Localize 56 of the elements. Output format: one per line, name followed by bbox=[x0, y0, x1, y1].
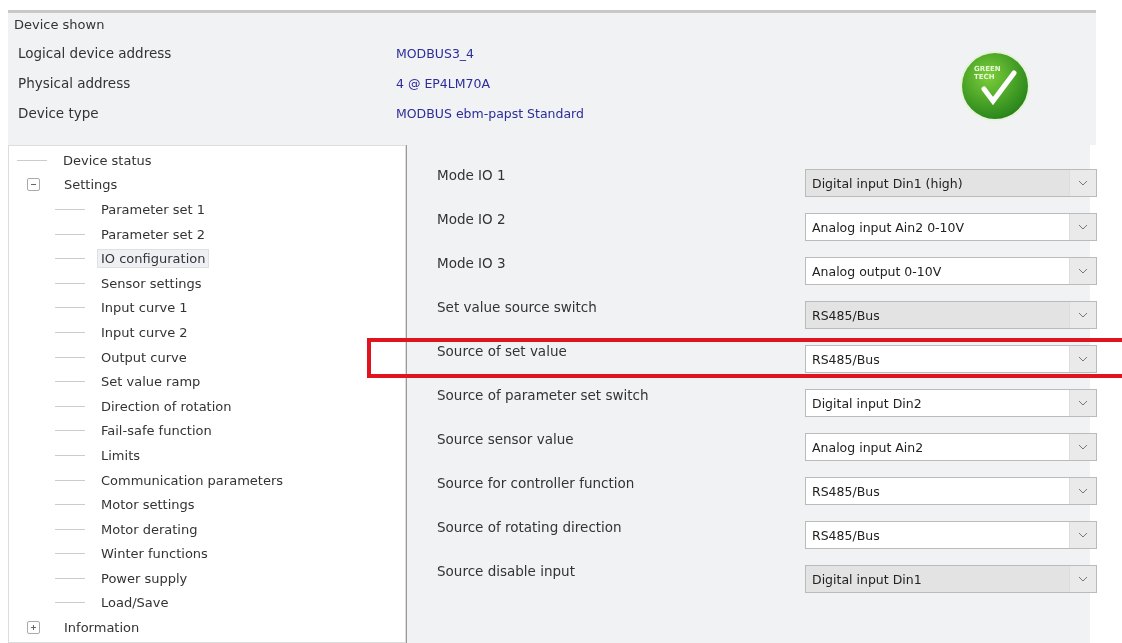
dropdown[interactable]: Analog input Ain2 0-10V bbox=[805, 213, 1097, 241]
setting-label: Source of rotating direction bbox=[437, 519, 623, 535]
tree-item[interactable]: Load/Save bbox=[97, 593, 173, 613]
tree-item[interactable]: Power supply bbox=[97, 568, 192, 588]
chevron-down-icon bbox=[1078, 180, 1088, 186]
tree-item[interactable]: Communication parameters bbox=[97, 470, 287, 490]
dropdown[interactable]: RS485/Bus bbox=[805, 521, 1097, 549]
tree-item[interactable]: Motor settings bbox=[97, 495, 199, 515]
dropdown[interactable]: RS485/Bus bbox=[805, 477, 1097, 505]
setting-label: Source sensor value bbox=[437, 431, 575, 447]
tree-item[interactable]: Parameter set 1 bbox=[97, 200, 210, 219]
chevron-down-icon bbox=[1078, 532, 1088, 538]
setting-label: Mode IO 2 bbox=[437, 211, 507, 227]
tree-item[interactable]: Input curve 1 bbox=[97, 298, 192, 318]
setting-label: Source of set value bbox=[437, 343, 568, 359]
dropdown[interactable]: Analog output 0-10V bbox=[805, 257, 1097, 285]
tree-item[interactable]: Direction of rotation bbox=[97, 396, 236, 416]
chevron-down-icon bbox=[1078, 444, 1088, 450]
chevron-down-icon bbox=[1078, 224, 1088, 230]
tree-item[interactable]: IO configuration bbox=[97, 249, 210, 269]
field-label: Physical address bbox=[18, 75, 132, 91]
tree-item[interactable]: Winter functions bbox=[97, 544, 212, 564]
setting-label: Set value source switch bbox=[437, 299, 598, 315]
tree-item[interactable]: Motor derating bbox=[97, 519, 202, 539]
setting-label: Source disable input bbox=[437, 563, 576, 579]
dropdown[interactable]: Digital input Din2 bbox=[805, 389, 1097, 417]
chevron-down-icon bbox=[1078, 268, 1088, 274]
tree-item[interactable]: Parameter set 2 bbox=[97, 224, 210, 244]
tree-item[interactable]: Device status bbox=[59, 150, 156, 170]
expand-icon[interactable] bbox=[27, 621, 40, 635]
setting-label: Mode IO 1 bbox=[437, 167, 507, 183]
tree-item[interactable]: Output curve bbox=[97, 347, 191, 367]
tree-item[interactable]: Settings bbox=[60, 175, 122, 195]
chevron-down-icon bbox=[1078, 488, 1088, 494]
field-value: MODBUS3_4 bbox=[396, 45, 476, 61]
chevron-down-icon bbox=[1078, 400, 1088, 406]
field-label: Logical device address bbox=[18, 45, 173, 61]
field-value: MODBUS ebm-papst Standard bbox=[396, 105, 584, 121]
tree-item[interactable]: Sensor settings bbox=[97, 273, 206, 293]
collapse-icon[interactable] bbox=[27, 178, 40, 192]
dropdown[interactable]: RS485/Bus bbox=[805, 345, 1097, 373]
section-title: Device shown bbox=[14, 17, 106, 32]
chevron-down-icon bbox=[1078, 576, 1088, 582]
tree-item[interactable]: Set value ramp bbox=[97, 372, 205, 392]
tree-item[interactable]: Information bbox=[60, 618, 144, 638]
setting-label: Source of parameter set switch bbox=[437, 387, 650, 403]
setting-label: Source for controller function bbox=[437, 475, 636, 491]
setting-label: Mode IO 3 bbox=[437, 255, 507, 271]
chevron-down-icon bbox=[1078, 312, 1088, 318]
dropdown[interactable]: Analog input Ain2 bbox=[805, 433, 1097, 461]
tree-item[interactable]: Input curve 2 bbox=[97, 322, 192, 342]
chevron-down-icon bbox=[1078, 356, 1088, 362]
field-value: 4 @ EP4LM70A bbox=[396, 75, 491, 91]
tree-item[interactable]: Fail-safe function bbox=[97, 421, 216, 441]
field-label: Device type bbox=[18, 105, 100, 121]
tree-item[interactable]: Limits bbox=[97, 445, 144, 465]
